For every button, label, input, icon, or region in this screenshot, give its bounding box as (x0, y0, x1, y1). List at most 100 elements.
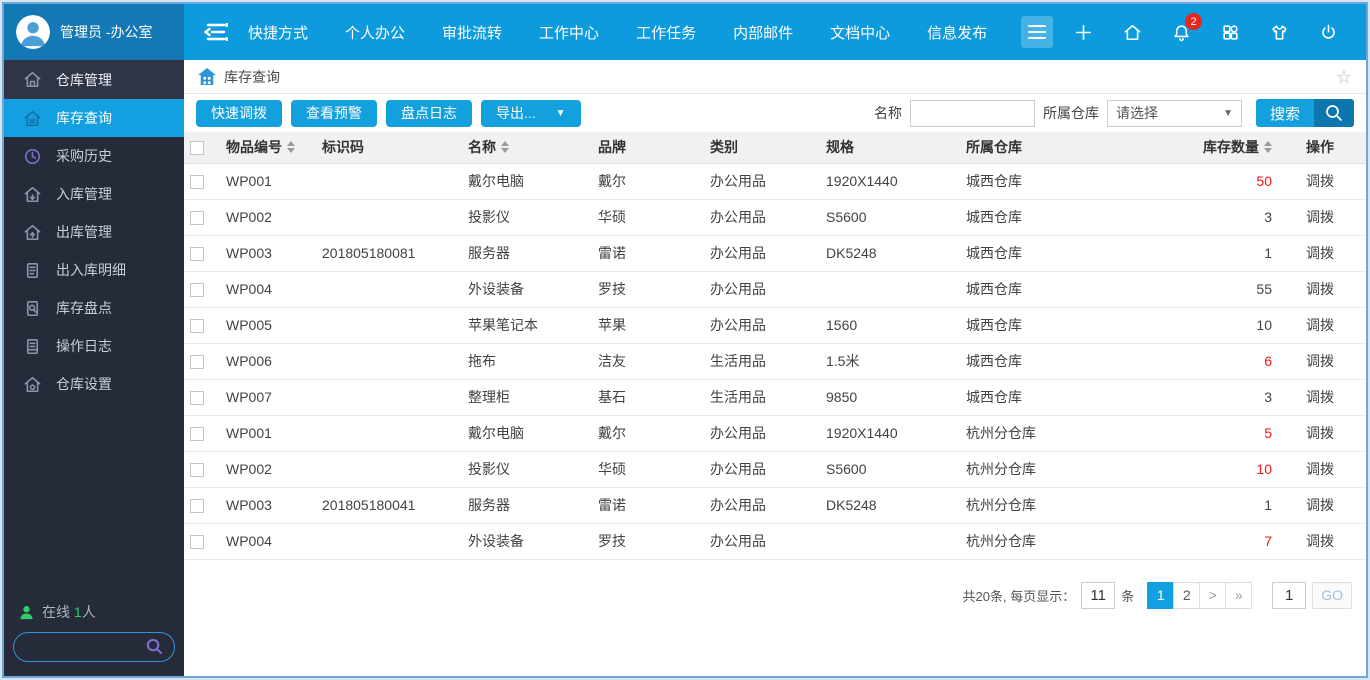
cell-item-no: WP006 (220, 343, 316, 380)
transfer-link[interactable]: 调拨 (1306, 209, 1334, 225)
cell-code (316, 523, 462, 560)
column-header: 规格 (826, 139, 854, 156)
row-checkbox[interactable] (190, 211, 204, 226)
toolbar-button-盘点日志[interactable]: 盘点日志 (386, 99, 472, 127)
sidebar-item-出入库明细[interactable]: 出入库明细 (4, 251, 184, 289)
cell-item-no: WP003 (220, 235, 316, 272)
sidebar-item-出库管理[interactable]: 出库管理 (4, 213, 184, 251)
cell-spec: 1.5米 (820, 343, 960, 380)
sidebar-item-入库管理[interactable]: 入库管理 (4, 175, 184, 213)
sort-icon[interactable] (1264, 141, 1272, 154)
page-arrow-button[interactable]: » (1225, 581, 1253, 609)
cell-spec: 1560 (820, 307, 960, 344)
cell-qty: 7 (1188, 523, 1300, 560)
row-checkbox[interactable] (190, 175, 204, 190)
transfer-link[interactable]: 调拨 (1306, 461, 1334, 477)
transfer-link[interactable]: 调拨 (1306, 317, 1334, 333)
toolbar-button-快速调拨[interactable]: 快速调拨 (196, 99, 282, 127)
cell-item-no: WP002 (220, 451, 316, 488)
cell-warehouse: 城西仓库 (960, 235, 1188, 272)
topbar-user-area[interactable]: 管理员 -办公室 (4, 4, 184, 60)
more-menu-icon[interactable] (1021, 16, 1054, 48)
notification-badge: 2 (1185, 13, 1202, 30)
toolbar-button-查看预警[interactable]: 查看预警 (291, 99, 377, 127)
nav-item[interactable]: 工作中心 (539, 22, 599, 43)
cell-qty: 5 (1188, 415, 1300, 452)
sidebar-item-仓库管理[interactable]: 仓库管理 (4, 60, 184, 99)
goto-page-input[interactable] (1272, 581, 1307, 609)
sidebar-item-库存查询[interactable]: 库存查询 (4, 99, 184, 137)
table-row: WP002 投影仪 华硕 办公用品 S5600 城西仓库 3 调拨 (184, 199, 1366, 236)
nav-item[interactable]: 文档中心 (830, 22, 890, 43)
transfer-link[interactable]: 调拨 (1306, 281, 1334, 297)
go-button[interactable]: GO (1312, 581, 1352, 609)
plus-icon[interactable] (1071, 20, 1095, 44)
column-header[interactable]: 物品编号 (226, 137, 295, 157)
page-size-input[interactable] (1081, 581, 1116, 609)
log-icon (22, 336, 42, 356)
table-row: WP007 整理柜 基石 生活用品 9850 城西仓库 3 调拨 (184, 379, 1366, 416)
transfer-link[interactable]: 调拨 (1306, 497, 1334, 513)
page-number-button[interactable]: 2 (1173, 581, 1201, 609)
column-header[interactable]: 名称 (468, 137, 509, 157)
cell-code: 201805180081 (316, 235, 462, 272)
select-all-checkbox[interactable] (190, 141, 204, 156)
row-checkbox[interactable] (190, 499, 204, 514)
table-row: WP006 拖布 洁友 生活用品 1.5米 城西仓库 6 调拨 (184, 343, 1366, 380)
transfer-link[interactable]: 调拨 (1306, 353, 1334, 369)
nav-item[interactable]: 工作任务 (636, 22, 696, 43)
power-icon[interactable] (1316, 20, 1340, 44)
cell-category: 生活用品 (704, 343, 820, 380)
sidebar-item-仓库设置[interactable]: 仓库设置 (4, 365, 184, 403)
transfer-link[interactable]: 调拨 (1306, 425, 1334, 441)
cell-name: 戴尔电脑 (462, 162, 592, 200)
warehouse-select[interactable]: 请选择 ▼ (1106, 99, 1242, 127)
row-checkbox[interactable] (190, 391, 204, 406)
sidebar-item-操作日志[interactable]: 操作日志 (4, 327, 184, 365)
favorite-star-icon[interactable]: ☆ (1336, 68, 1352, 86)
column-header[interactable]: 库存数量 (1203, 137, 1272, 157)
cell-item-no: WP004 (220, 271, 316, 308)
transfer-link[interactable]: 调拨 (1306, 389, 1334, 405)
nav-item[interactable]: 个人办公 (345, 22, 405, 43)
app-window: 管理员 -办公室 快捷方式 个人办公 审批流转 工作中心 工作任务 内部邮件 文档中心 信息发… (2, 2, 1368, 678)
transfer-link[interactable]: 调拨 (1306, 245, 1334, 261)
row-checkbox[interactable] (190, 535, 204, 550)
search-button[interactable]: 搜索 (1255, 99, 1354, 127)
home-icon[interactable] (1120, 20, 1144, 44)
cell-name: 服务器 (462, 487, 592, 524)
sidebar-bottom: 在线 1人 (4, 602, 184, 662)
user-avatar-icon[interactable] (16, 15, 50, 49)
cell-brand: 洁友 (592, 343, 704, 380)
row-checkbox[interactable] (190, 247, 204, 262)
menu-collapse-icon[interactable] (200, 19, 230, 45)
sort-icon[interactable] (287, 141, 295, 154)
column-header: 标识码 (322, 139, 364, 156)
page-number-button[interactable]: 1 (1147, 581, 1175, 609)
export-button[interactable]: 导出... ▼ (481, 99, 581, 127)
bell-icon[interactable]: 2 (1169, 13, 1202, 44)
nav-item[interactable]: 内部邮件 (733, 22, 793, 43)
row-checkbox[interactable] (190, 319, 204, 334)
apps-icon[interactable] (1218, 20, 1242, 44)
row-checkbox[interactable] (190, 355, 204, 370)
row-checkbox[interactable] (190, 283, 204, 298)
transfer-link[interactable]: 调拨 (1306, 173, 1334, 189)
sidebar-item-采购历史[interactable]: 采购历史 (4, 137, 184, 175)
sidebar-item-库存盘点[interactable]: 库存盘点 (4, 289, 184, 327)
nav-item[interactable]: 审批流转 (442, 22, 502, 43)
online-count: 1 (73, 604, 82, 620)
sort-icon[interactable] (501, 141, 509, 154)
transfer-link[interactable]: 调拨 (1306, 533, 1334, 549)
page-arrow-button[interactable]: > (1199, 581, 1227, 609)
main-content: 库存查询 ☆ 快速调拨 查看预警 盘点日志 导出... ▼ 名称 所属仓库 请选择 ▼… (184, 60, 1366, 676)
topbar-icons: 2 (1071, 13, 1366, 44)
nav-item[interactable]: 信息发布 (927, 22, 987, 43)
row-checkbox[interactable] (190, 427, 204, 442)
cell-item-no: WP004 (220, 523, 316, 560)
sidebar-search-icon[interactable] (146, 638, 163, 660)
nav-item[interactable]: 快捷方式 (248, 22, 308, 43)
row-checkbox[interactable] (190, 463, 204, 478)
tshirt-icon[interactable] (1267, 20, 1291, 44)
name-filter-input[interactable] (909, 99, 1035, 127)
